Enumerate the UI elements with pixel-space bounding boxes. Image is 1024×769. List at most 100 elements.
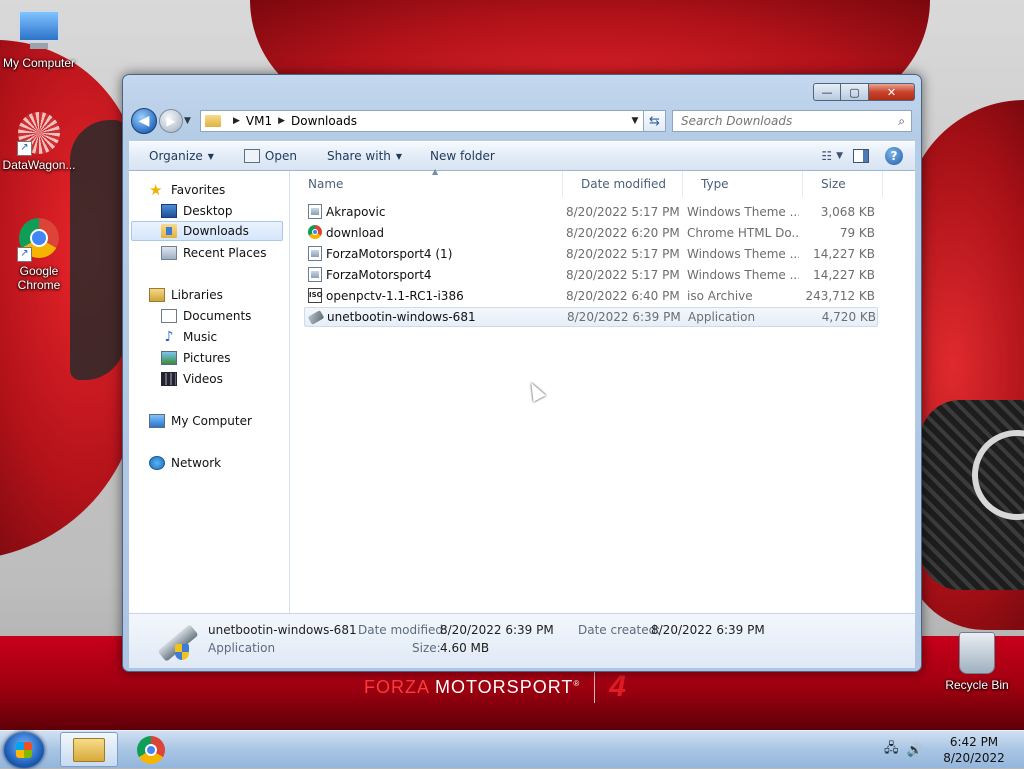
- open-icon: [243, 149, 260, 163]
- start-button[interactable]: [4, 732, 44, 768]
- folder-icon: [205, 115, 221, 127]
- pictures-icon: [161, 351, 177, 365]
- nav-item-pictures[interactable]: Pictures: [161, 348, 231, 368]
- navigation-bar: ◀ ▶ ▼ ▶ VM1 ▶ Downloads ▼ ⇆ ⌕: [131, 107, 913, 135]
- refresh-icon: ⇆: [649, 113, 660, 129]
- application-file-icon: [307, 310, 325, 325]
- details-date-created-label: Date created:: [578, 623, 661, 637]
- file-list: Name ▲ Date modified Type Size Akrapovic…: [290, 167, 915, 613]
- recent-places-icon: [161, 246, 177, 260]
- open-button[interactable]: Open: [224, 142, 307, 170]
- help-icon[interactable]: ?: [885, 147, 903, 165]
- search-box[interactable]: ⌕: [672, 110, 912, 132]
- desktop-icon-recycle-bin[interactable]: Recycle Bin: [938, 632, 1016, 692]
- file-row-selected[interactable]: unetbootin-windows-681 8/20/2022 6:39 PM…: [304, 307, 878, 327]
- chrome-icon: [137, 735, 165, 764]
- desktop-icon-label: Google Chrome: [17, 264, 61, 292]
- iso-file-icon: ISO: [308, 288, 323, 303]
- chevron-right-icon[interactable]: ▶: [278, 116, 285, 126]
- views-dropdown-icon[interactable]: ▼: [836, 151, 843, 161]
- chevron-right-icon[interactable]: ▶: [233, 116, 240, 126]
- nav-item-videos[interactable]: Videos: [161, 369, 223, 389]
- desktop-icon-label: DataWagon...: [2, 158, 76, 172]
- column-header-name[interactable]: Name ▲: [290, 167, 563, 197]
- file-date: 8/20/2022 5:17 PM: [566, 247, 680, 261]
- desktop-icon-my-computer[interactable]: My Computer: [0, 10, 78, 70]
- file-row[interactable]: ForzaMotorsport4 (1) 8/20/2022 5:17 PM W…: [304, 244, 878, 264]
- maximize-button[interactable]: ▢: [841, 83, 869, 101]
- nav-item-favorites[interactable]: ★ Favorites: [149, 180, 225, 200]
- nav-item-downloads[interactable]: Downloads: [131, 221, 283, 241]
- file-type: Application: [688, 310, 756, 324]
- new-folder-button[interactable]: New folder: [412, 142, 505, 170]
- details-date-created: 8/20/2022 6:39 PM: [651, 623, 765, 637]
- breadcrumb-downloads[interactable]: Downloads: [291, 114, 357, 128]
- documents-icon: [161, 309, 177, 323]
- taskbar-chrome-button[interactable]: [122, 732, 180, 767]
- navigation-pane: ★ Favorites Desktop Downloads Recent Pla…: [129, 171, 290, 613]
- nav-item-network[interactable]: Network: [149, 453, 221, 473]
- windows-logo-icon: [16, 742, 32, 758]
- chevron-down-icon: ▼: [395, 151, 403, 161]
- file-row[interactable]: download 8/20/2022 6:20 PM Chrome HTML D…: [304, 223, 878, 243]
- file-name: unetbootin-windows-681: [327, 310, 476, 324]
- desktop-icon-label: My Computer: [2, 56, 76, 70]
- column-header-type[interactable]: Type: [683, 171, 803, 197]
- details-size: 4.60 MB: [440, 641, 490, 655]
- nav-label: Videos: [183, 372, 223, 386]
- close-button[interactable]: ✕: [869, 83, 915, 101]
- address-dropdown-icon[interactable]: ▼: [627, 116, 643, 126]
- file-size: 243,712 KB: [805, 289, 875, 303]
- nav-item-music[interactable]: ♪ Music: [161, 327, 218, 347]
- clock-time: 6:42 PM: [949, 735, 999, 749]
- organize-button[interactable]: Organize ▼: [129, 142, 224, 170]
- network-status-icon[interactable]: 🖧: [884, 739, 899, 761]
- file-name: ForzaMotorsport4 (1): [326, 247, 453, 261]
- refresh-button[interactable]: ⇆: [644, 110, 666, 132]
- network-icon: [149, 456, 165, 470]
- file-row[interactable]: Akrapovic 8/20/2022 5:17 PM Windows Them…: [304, 202, 878, 222]
- change-view-icon[interactable]: ☷: [817, 149, 836, 163]
- file-name: Akrapovic: [326, 205, 386, 219]
- forza-motorsport-logo: FORZA MOTORSPORT® 4: [364, 670, 626, 703]
- share-with-button[interactable]: Share with ▼: [307, 142, 412, 170]
- column-header-label: Type: [701, 177, 729, 191]
- file-type: Windows Theme ...: [687, 268, 799, 282]
- nav-item-recent-places[interactable]: Recent Places: [161, 243, 266, 263]
- logo-registered-mark: ®: [573, 678, 581, 688]
- libraries-icon: [149, 288, 165, 302]
- computer-icon: [149, 414, 165, 428]
- desktop-icon-google-chrome[interactable]: ↗ Google Chrome: [0, 218, 78, 292]
- file-name: ForzaMotorsport4: [326, 268, 432, 282]
- forward-button[interactable]: ▶: [159, 109, 183, 133]
- nav-label: Network: [171, 456, 222, 470]
- taskbar-clock[interactable]: 6:42 PM 8/20/2022: [938, 734, 1010, 766]
- desktop-icon-datawagon[interactable]: ↗ DataWagon...: [0, 112, 78, 172]
- back-button[interactable]: ◀: [131, 108, 157, 134]
- search-icon[interactable]: ⌕: [898, 114, 905, 129]
- minimize-button[interactable]: —: [813, 83, 841, 101]
- volume-icon[interactable]: 🔊: [907, 743, 923, 758]
- preview-pane-icon[interactable]: [853, 149, 869, 163]
- details-date-modified-label: Date modified:: [358, 623, 448, 637]
- file-row[interactable]: ForzaMotorsport4 8/20/2022 5:17 PM Windo…: [304, 265, 878, 285]
- nav-item-desktop[interactable]: Desktop: [161, 201, 233, 221]
- breadcrumb-vm1[interactable]: VM1: [246, 114, 272, 128]
- file-row[interactable]: ISO openpctv-1.1-RC1-i386 8/20/2022 6:40…: [304, 286, 878, 306]
- share-with-label: Share with: [326, 149, 391, 163]
- nav-item-my-computer[interactable]: My Computer: [149, 411, 252, 431]
- nav-item-documents[interactable]: Documents: [161, 306, 251, 326]
- file-date: 8/20/2022 5:17 PM: [566, 268, 680, 282]
- my-computer-icon: [17, 10, 61, 54]
- nav-item-libraries[interactable]: Libraries: [149, 285, 223, 305]
- taskbar-explorer-button[interactable]: [60, 732, 118, 767]
- logo-four-mark: 4: [609, 670, 626, 703]
- file-date: 8/20/2022 5:17 PM: [566, 205, 680, 219]
- search-input[interactable]: [679, 113, 883, 129]
- column-header-size[interactable]: Size: [803, 171, 883, 197]
- nav-label: Documents: [183, 309, 252, 323]
- recent-pages-dropdown[interactable]: ▼: [184, 116, 196, 126]
- caption-buttons: — ▢ ✕: [813, 83, 915, 101]
- column-header-date-modified[interactable]: Date modified: [563, 171, 683, 197]
- address-bar[interactable]: ▶ VM1 ▶ Downloads ▼: [200, 110, 644, 132]
